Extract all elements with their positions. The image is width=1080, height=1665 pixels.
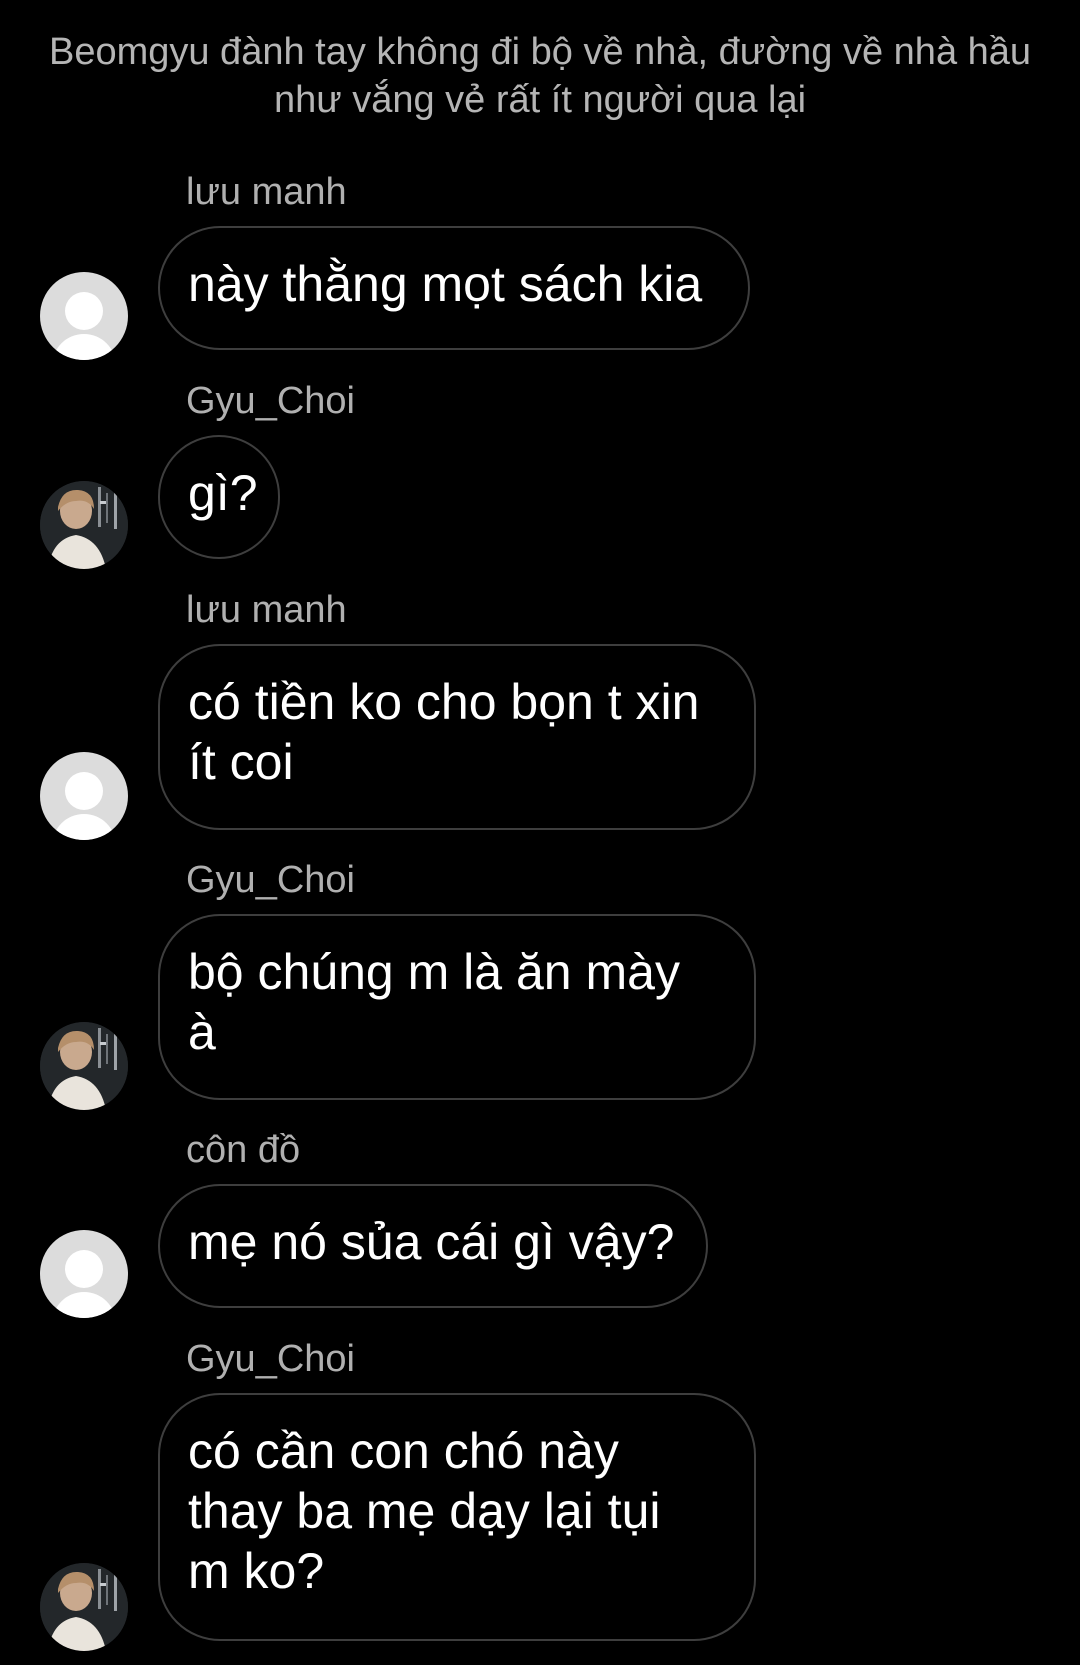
- message-line: thay ba mẹ dạy lại tụi: [188, 1483, 661, 1539]
- message-line: bộ chúng m là ăn mày: [188, 944, 680, 1000]
- narration-text: Beomgyu đành tay không đi bộ về nhà, đườ…: [48, 31, 1032, 121]
- message-bubble[interactable]: gì?: [158, 435, 280, 559]
- message-line: này thằng mọt sách kia: [188, 256, 703, 312]
- profile-photo[interactable]: [40, 481, 128, 569]
- sender-name: Gyu_Choi: [186, 859, 355, 901]
- default-user-icon[interactable]: [40, 272, 128, 360]
- sender-name: Gyu_Choi: [186, 380, 355, 422]
- sender-name: côn đồ: [186, 1129, 301, 1171]
- message-bubble[interactable]: bộ chúng m là ăn mày à: [158, 914, 756, 1100]
- sender-name: lưu manh: [186, 589, 347, 631]
- message-bubble[interactable]: có tiền ko cho bọn t xin ít coi: [158, 644, 756, 830]
- profile-photo[interactable]: [40, 1022, 128, 1110]
- message-line: mẹ nó sủa cái gì vậy?: [188, 1214, 675, 1270]
- message-bubble[interactable]: có cần con chó này thay ba mẹ dạy lại tụ…: [158, 1393, 756, 1641]
- message-line: à: [188, 1004, 216, 1060]
- message-line: ít coi: [188, 734, 294, 790]
- message-line: có tiền ko cho bọn t xin: [188, 674, 700, 730]
- default-user-icon[interactable]: [40, 752, 128, 840]
- sender-name: lưu manh: [186, 171, 347, 213]
- message-line: có cần con chó này: [188, 1423, 619, 1479]
- sender-name: Gyu_Choi: [186, 1338, 355, 1380]
- default-user-icon[interactable]: [40, 1230, 128, 1318]
- message-bubble[interactable]: này thằng mọt sách kia: [158, 226, 750, 350]
- message-bubble[interactable]: mẹ nó sủa cái gì vậy?: [158, 1184, 708, 1308]
- message-line: m ko?: [188, 1543, 325, 1599]
- profile-photo[interactable]: [40, 1563, 128, 1651]
- message-line: gì?: [188, 465, 258, 521]
